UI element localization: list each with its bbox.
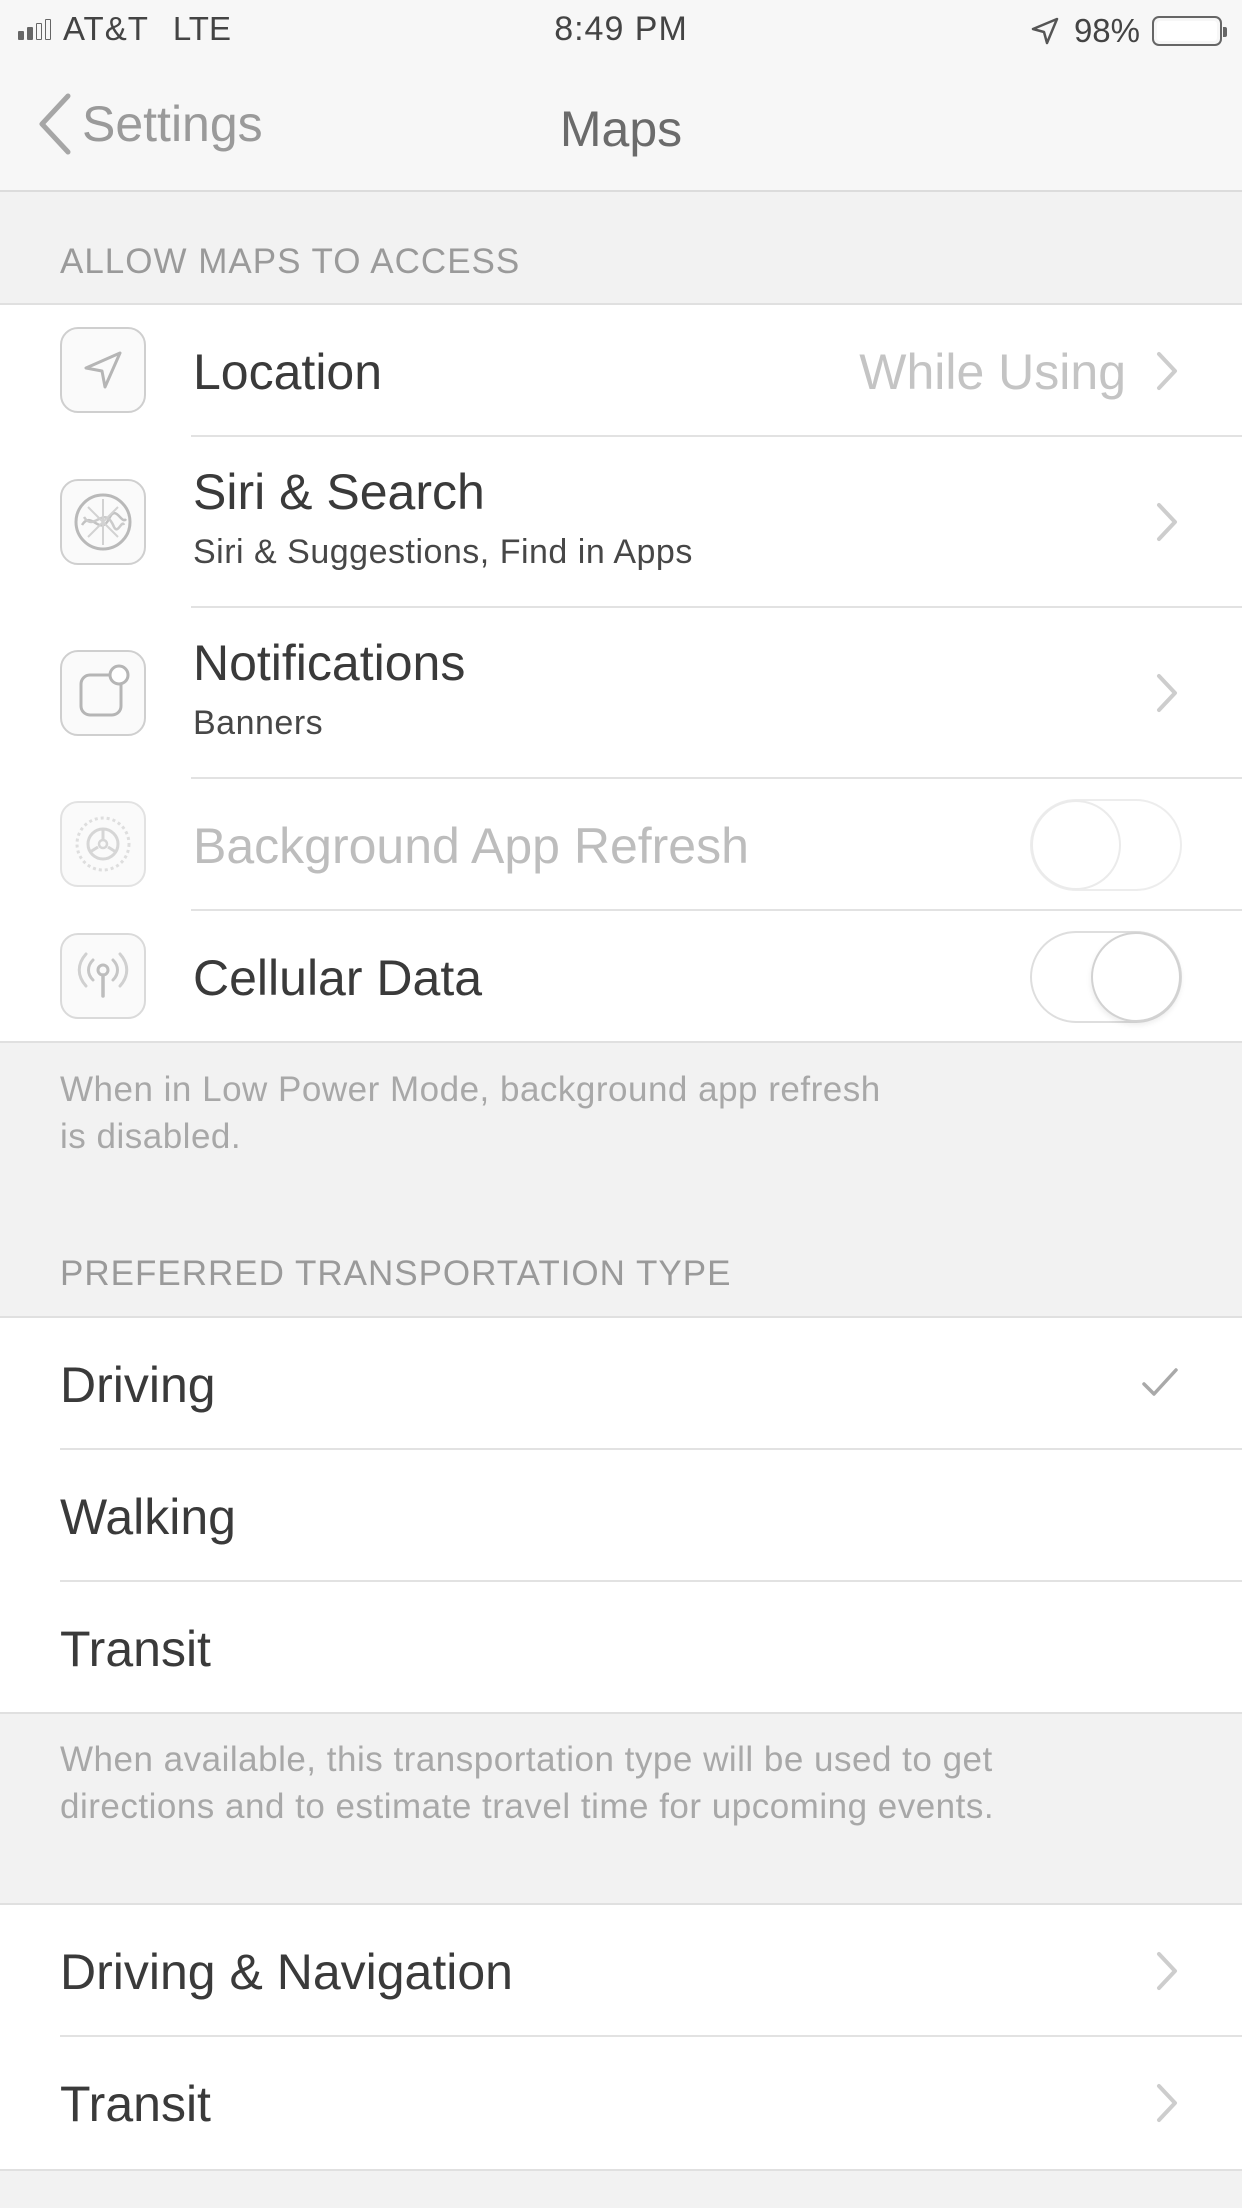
transport-option-driving[interactable]: Driving [0, 1318, 1242, 1450]
siri-icon [74, 493, 132, 551]
chevron-right-icon [1157, 503, 1177, 541]
status-bar: AT&T LTE 8:49 PM 98% [0, 0, 1242, 62]
notifications-icon [79, 664, 130, 717]
background-app-refresh-title: Background App Refresh [193, 818, 749, 874]
status-right: 98% [1030, 12, 1227, 50]
siri-app-icon [60, 479, 146, 565]
low-power-footer: When in Low Power Mode, background app r… [60, 1066, 881, 1160]
notifications-title: Notifications [193, 635, 466, 691]
chevron-right-icon [1157, 1952, 1177, 1990]
location-arrow-icon [84, 351, 122, 389]
transport-option-label: Transit [60, 1621, 211, 1677]
location-value: While Using [859, 344, 1126, 400]
footer-line: When in Low Power Mode, background app r… [60, 1070, 881, 1109]
siri-search-row[interactable]: Siri & Search Siri & Suggestions, Find i… [0, 437, 1242, 608]
access-group: Location While Using Siri & Search Siri … [0, 303, 1242, 1043]
transit-settings-label: Transit [60, 2076, 211, 2132]
page-title: Maps [559, 101, 683, 157]
battery-percent: 98% [1073, 12, 1140, 49]
transport-option-transit[interactable]: Transit [0, 1582, 1242, 1714]
location-app-icon [60, 327, 146, 413]
location-arrow-icon [1031, 17, 1059, 45]
battery-icon [1152, 16, 1227, 46]
transport-option-label: Walking [60, 1489, 236, 1545]
navigation-bar: Settings Maps [0, 62, 1242, 192]
more-settings-group: Driving & Navigation Transit [0, 1903, 1242, 2171]
transport-option-label: Driving [60, 1357, 216, 1413]
background-refresh-gear-icon [75, 816, 131, 872]
section-header-access: ALLOW MAPS TO ACCESS [60, 242, 521, 281]
notifications-app-icon [60, 650, 146, 736]
siri-search-title: Siri & Search [193, 464, 485, 520]
checkmark-icon [1142, 1368, 1178, 1396]
siri-search-subtitle: Siri & Suggestions, Find in Apps [193, 533, 693, 571]
chevron-right-icon [1157, 352, 1177, 390]
notifications-subtitle: Banners [193, 704, 324, 742]
cellular-data-title: Cellular Data [193, 950, 483, 1006]
chevron-right-icon [1157, 674, 1177, 712]
background-app-refresh-toggle [1030, 799, 1182, 891]
transport-option-walking[interactable]: Walking [0, 1450, 1242, 1582]
chevron-right-icon [1157, 2084, 1177, 2122]
cellular-app-icon [60, 933, 146, 1019]
section-header-transport: PREFERRED TRANSPORTATION TYPE [60, 1254, 732, 1293]
location-row[interactable]: Location While Using [0, 305, 1242, 437]
footer-line: When available, this transportation type… [60, 1740, 993, 1779]
location-title: Location [193, 344, 383, 400]
driving-navigation-label: Driving & Navigation [60, 1944, 513, 2000]
transport-footer: When available, this transportation type… [60, 1736, 994, 1830]
transit-settings-row[interactable]: Transit [0, 2037, 1242, 2169]
cellular-data-row: Cellular Data [0, 911, 1242, 1043]
background-app-refresh-row: Background App Refresh [0, 779, 1242, 911]
footer-line: directions and to estimate travel time f… [60, 1787, 995, 1826]
cellular-data-toggle[interactable] [1030, 931, 1182, 1023]
driving-navigation-row[interactable]: Driving & Navigation [0, 1905, 1242, 2037]
cellular-antenna-icon [77, 952, 129, 998]
transport-group: Driving Walking Transit [0, 1316, 1242, 1714]
background-refresh-app-icon [60, 801, 146, 887]
footer-line: is disabled. [60, 1117, 242, 1156]
notifications-row[interactable]: Notifications Banners [0, 608, 1242, 779]
